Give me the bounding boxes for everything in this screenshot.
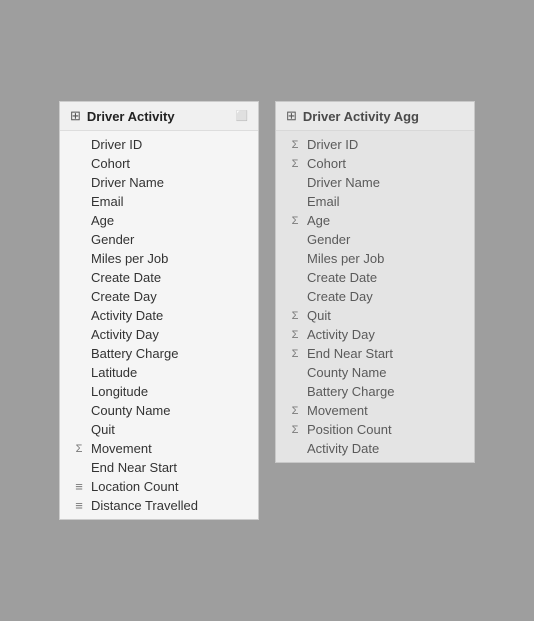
field-item[interactable]: Cohort [276,154,474,173]
field-label: Gender [307,232,350,247]
field-item[interactable]: Activity Day [276,325,474,344]
field-label: Position Count [307,422,392,437]
field-item[interactable]: Driver Name [276,173,474,192]
ruler-icon [72,479,86,494]
field-item[interactable]: Miles per Job [60,249,258,268]
right-table-title: Driver Activity Agg [303,109,419,124]
field-item[interactable]: Age [276,211,474,230]
field-item[interactable]: Driver Name [60,173,258,192]
field-item[interactable]: Age [60,211,258,230]
field-item[interactable]: Quit [60,420,258,439]
field-label: Age [307,213,330,228]
field-label: Create Day [307,289,373,304]
field-label: Location Count [91,479,178,494]
field-item[interactable]: Quit [276,306,474,325]
sigma-icon [72,443,86,455]
field-label: Miles per Job [91,251,168,266]
field-item[interactable]: Create Day [276,287,474,306]
field-label: County Name [307,365,386,380]
left-table-title: Driver Activity [87,109,175,124]
field-label: Cohort [91,156,130,171]
field-label: Activity Day [91,327,159,342]
field-item[interactable]: Distance Travelled [60,496,258,515]
field-label: End Near Start [307,346,393,361]
field-label: Activity Date [307,441,379,456]
field-label: Age [91,213,114,228]
field-item[interactable]: Latitude [60,363,258,382]
sigma-icon [288,215,302,227]
left-table-expand-icon[interactable] [236,110,248,122]
field-label: Driver ID [91,137,142,152]
field-label: Create Day [91,289,157,304]
field-item[interactable]: Driver ID [60,135,258,154]
field-label: Movement [307,403,368,418]
field-item[interactable]: County Name [276,363,474,382]
field-item[interactable]: County Name [60,401,258,420]
field-label: Activity Date [91,308,163,323]
field-label: Miles per Job [307,251,384,266]
field-label: Quit [91,422,115,437]
field-label: Longitude [91,384,148,399]
field-label: Cohort [307,156,346,171]
field-item[interactable]: Create Day [60,287,258,306]
sigma-icon [288,348,302,360]
field-item[interactable]: Driver ID [276,135,474,154]
field-label: Battery Charge [307,384,394,399]
field-item[interactable]: End Near Start [60,458,258,477]
field-item[interactable]: Movement [60,439,258,458]
left-table-grid-icon [70,108,81,124]
field-label: Battery Charge [91,346,178,361]
field-item[interactable]: Location Count [60,477,258,496]
field-label: Driver Name [307,175,380,190]
main-container: Driver Activity Driver ID Cohort Driver Na… [39,81,495,540]
field-item[interactable]: Activity Date [276,439,474,458]
field-label: Driver Name [91,175,164,190]
left-table-header: Driver Activity [60,102,258,131]
field-label: Email [91,194,124,209]
field-item[interactable]: Activity Day [60,325,258,344]
field-label: Distance Travelled [91,498,198,513]
field-label: Email [307,194,340,209]
field-item[interactable]: Activity Date [60,306,258,325]
sigma-icon [288,158,302,170]
field-label: County Name [91,403,170,418]
sigma-icon [288,405,302,417]
sigma-icon [288,139,302,151]
field-item[interactable]: Create Date [276,268,474,287]
field-item[interactable]: Longitude [60,382,258,401]
left-table-card: Driver Activity Driver ID Cohort Driver Na… [59,101,259,520]
field-item[interactable]: Gender [60,230,258,249]
right-table-card: Driver Activity Agg Driver IDCohortDrive… [275,101,475,463]
right-table-grid-icon [286,108,297,124]
field-label: Driver ID [307,137,358,152]
field-item[interactable]: Battery Charge [276,382,474,401]
field-item[interactable]: Miles per Job [276,249,474,268]
field-item[interactable]: Position Count [276,420,474,439]
field-item[interactable]: Email [60,192,258,211]
field-item[interactable]: Create Date [60,268,258,287]
ruler-icon [72,498,86,513]
field-label: Quit [307,308,331,323]
field-label: Create Date [91,270,161,285]
field-item[interactable]: End Near Start [276,344,474,363]
left-field-list: Driver ID Cohort Driver Name Email Age Gender… [60,131,258,519]
field-item[interactable]: Movement [276,401,474,420]
field-item[interactable]: Cohort [60,154,258,173]
sigma-icon [288,329,302,341]
field-label: Movement [91,441,152,456]
field-item[interactable]: Gender [276,230,474,249]
sigma-icon [288,310,302,322]
field-label: Activity Day [307,327,375,342]
field-item[interactable]: Battery Charge [60,344,258,363]
right-table-header: Driver Activity Agg [276,102,474,131]
field-item[interactable]: Email [276,192,474,211]
right-field-list: Driver ID Cohort Driver Name Email Age Gender… [276,131,474,462]
field-label: End Near Start [91,460,177,475]
field-label: Create Date [307,270,377,285]
field-label: Latitude [91,365,137,380]
field-label: Gender [91,232,134,247]
sigma-icon [288,424,302,436]
